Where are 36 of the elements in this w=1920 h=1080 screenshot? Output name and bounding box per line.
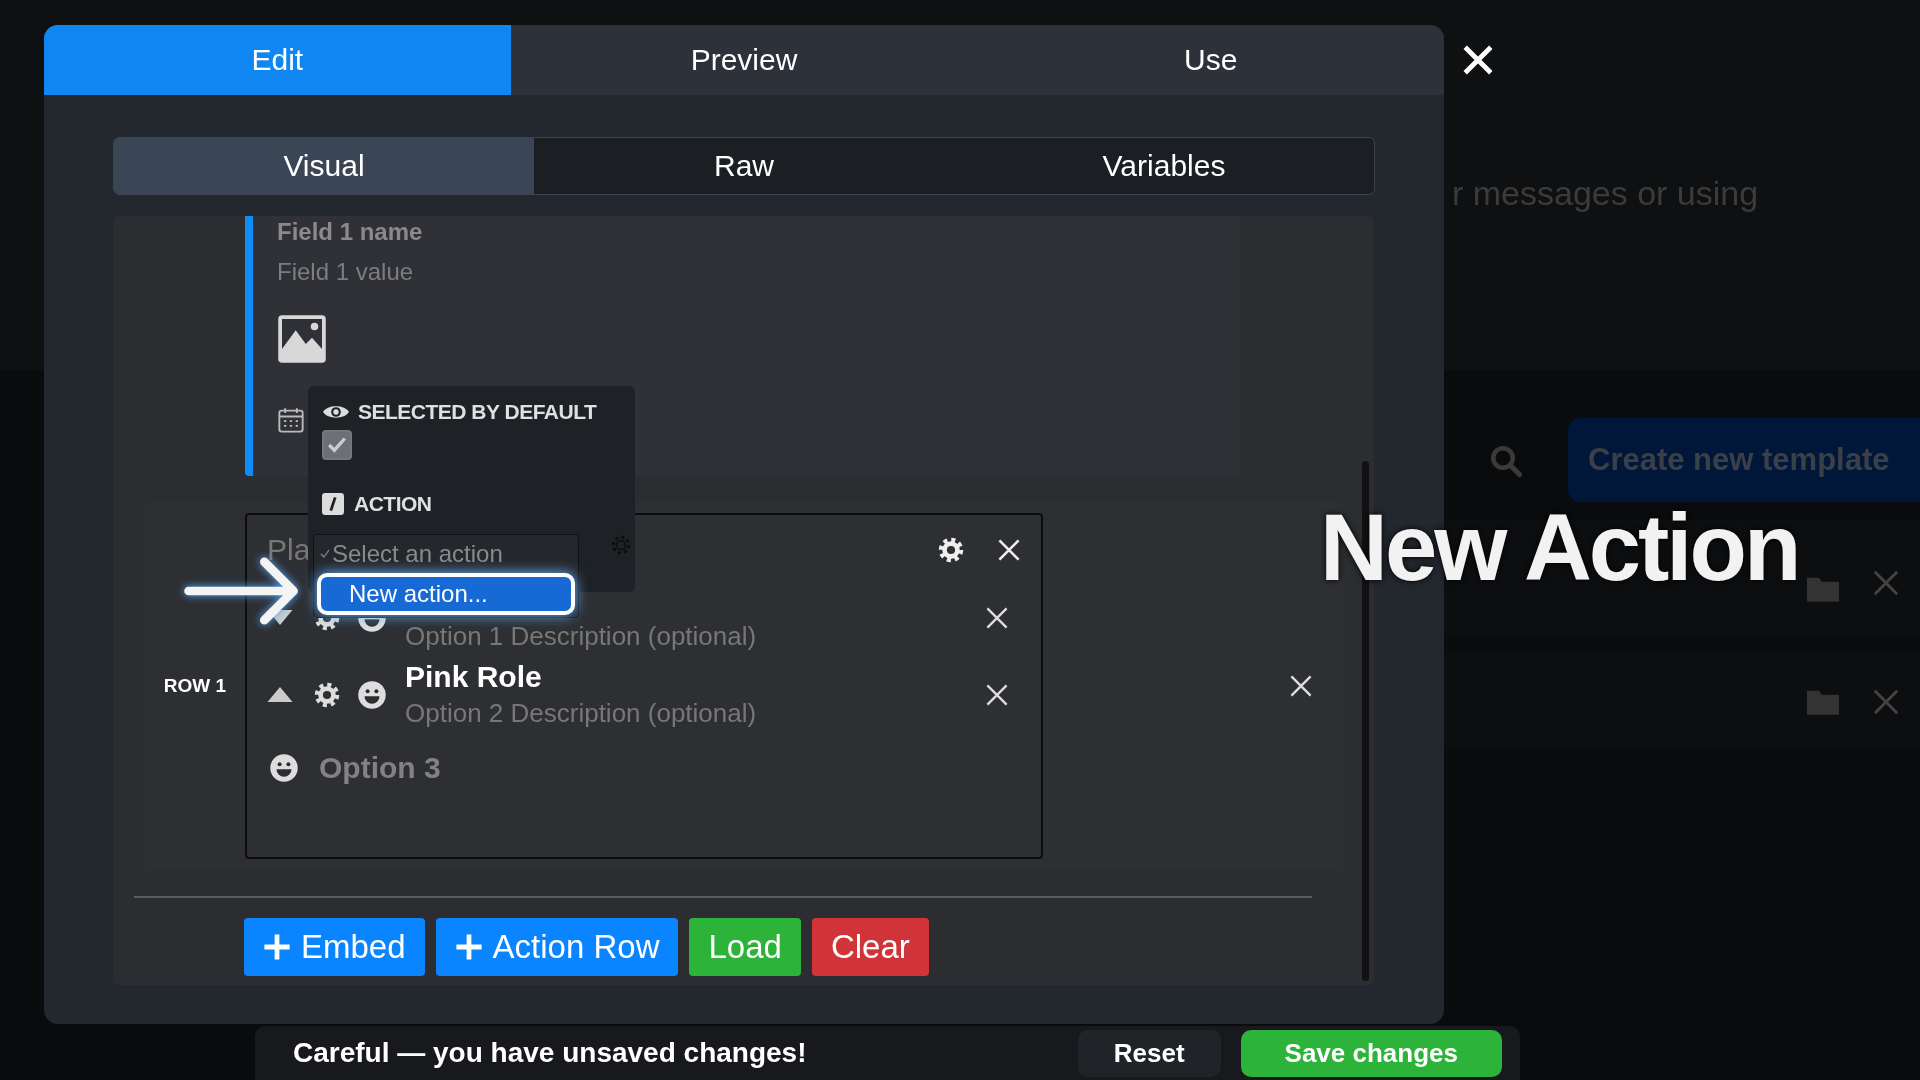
field-name: Field 1 name [277, 218, 423, 246]
editor-tab[interactable]: Visual [114, 138, 534, 194]
pencil-square-icon [322, 493, 344, 515]
settings-icon[interactable] [313, 680, 341, 709]
selected-by-default-label: SELECTED BY DEFAULT [358, 400, 597, 424]
row-label: ROW 1 [162, 675, 228, 697]
mode-tab[interactable]: Use [977, 25, 1444, 95]
mode-tab[interactable]: Preview [510, 25, 978, 95]
move-up-icon[interactable] [267, 687, 293, 702]
action-button[interactable]: Clear [811, 918, 929, 976]
option-description: Option 2 Description (optional) [405, 698, 758, 729]
action-button[interactable]: Action Row [435, 918, 679, 976]
action-button[interactable]: Embed [244, 918, 425, 976]
mode-tab[interactable]: Edit [44, 25, 511, 95]
editor-tab[interactable]: Raw [534, 138, 954, 194]
unsaved-message: Careful — you have unsaved changes! [293, 1037, 808, 1069]
check-icon [320, 549, 330, 559]
new-option-placeholder[interactable]: Option 3 [319, 751, 441, 785]
action-label: ACTION [354, 492, 432, 516]
placeholder-text: Pla [267, 533, 311, 567]
option-description: Option 1 Description (optional) [405, 621, 758, 652]
action-button[interactable]: Load [689, 918, 801, 976]
eye-icon [322, 403, 350, 421]
dropdown-option[interactable]: New action... [317, 573, 575, 615]
option-title: Pink Role [405, 660, 543, 694]
save-changes-button[interactable]: Save changes [1240, 1029, 1502, 1077]
emoji-icon[interactable] [357, 679, 387, 710]
checkbox[interactable] [322, 430, 352, 460]
field-value: Field 1 value [277, 258, 414, 286]
close-button[interactable] [1462, 44, 1494, 76]
reset-button[interactable]: Reset [1077, 1029, 1221, 1077]
calendar-icon[interactable] [277, 406, 305, 434]
dropdown-option[interactable]: Select an action [314, 535, 578, 573]
emoji-icon[interactable] [269, 753, 299, 783]
editor-tab[interactable]: Variables [954, 138, 1374, 194]
image-icon[interactable] [277, 314, 327, 364]
